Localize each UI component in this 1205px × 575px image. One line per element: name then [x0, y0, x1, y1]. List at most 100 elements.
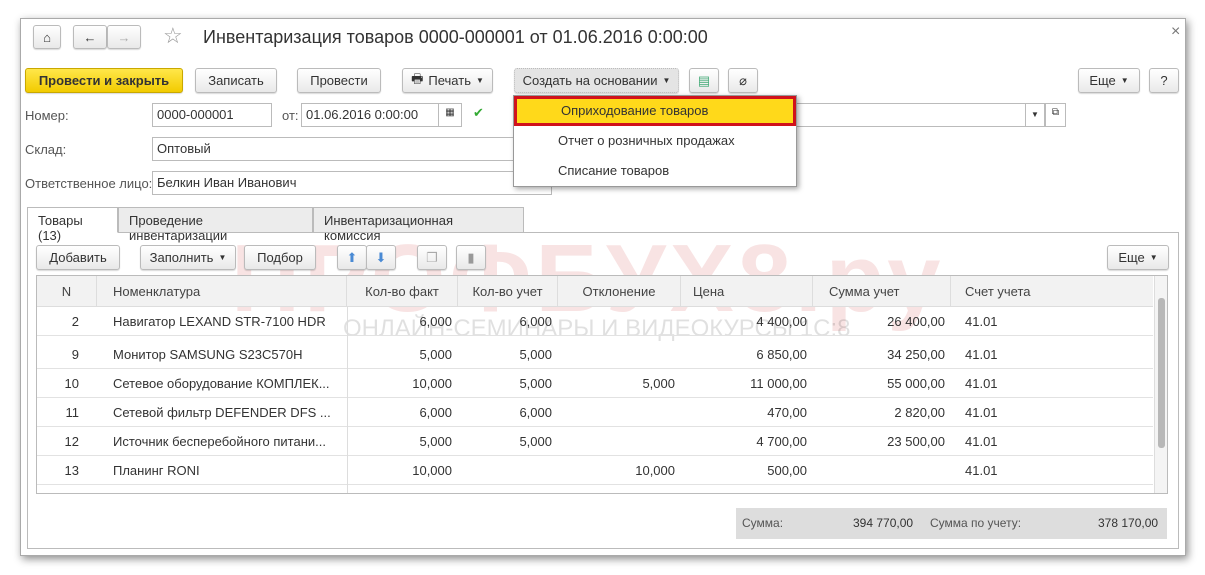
cell-deviation — [558, 427, 681, 456]
sum-value: 394 770,00 — [853, 516, 914, 530]
cell-item: Монитор SAMSUNG S23C570H — [113, 347, 303, 362]
cell-qty-fact: 6,000 — [419, 405, 452, 420]
table-row[interactable]: 12 Источник бесперебойного питани... 5,000… — [37, 427, 1153, 456]
arrow-right-icon: → — [117, 29, 131, 45]
cell-qty-acc: 5,000 — [519, 347, 552, 362]
calendar-icon: ▦ — [445, 107, 455, 118]
number-field[interactable]: 0000-000001 — [152, 103, 272, 127]
date-field[interactable]: 01.06.2016 0:00:00 — [301, 103, 439, 127]
table-row[interactable]: 11 Сетевой фильтр DEFENDER DFS ... 6,000 6,… — [37, 398, 1153, 427]
home-button[interactable]: ⌂ — [33, 25, 61, 49]
cell-n: 13 — [64, 463, 79, 478]
close-button[interactable]: × — [1171, 23, 1180, 41]
col-qty-fact[interactable]: Кол-во факт — [347, 276, 458, 307]
open-organization-button[interactable]: ⧉ — [1045, 103, 1066, 127]
forward-button[interactable]: → — [107, 25, 141, 49]
cell-deviation: 10,000 — [635, 463, 675, 478]
col-n[interactable]: N — [37, 276, 97, 307]
goods-table: N Номенклатура Кол-во факт Кол-во учет О… — [36, 275, 1168, 494]
create-based-on-menu: Оприходование товаров Отчет о розничных … — [513, 95, 797, 187]
paste-button[interactable]: ▮ — [456, 245, 486, 270]
cell-price: 11 000,00 — [750, 376, 807, 391]
menu-item-write-off[interactable]: Списание товаров — [514, 156, 796, 186]
document-button[interactable]: ▤ — [689, 68, 719, 93]
fill-button[interactable]: Заполнить ▼ — [140, 245, 236, 270]
document-icon: ▤ — [697, 72, 711, 88]
move-down-button[interactable]: ⬇ — [366, 245, 396, 270]
warehouse-field[interactable]: Оптовый — [152, 137, 552, 161]
tab-inventory-conduct[interactable]: Проведение инвентаризации — [118, 207, 313, 243]
chevron-down-icon: ▼ — [1031, 110, 1039, 119]
scrollbar-thumb[interactable] — [1158, 298, 1165, 448]
sum-label: Сумма: — [742, 516, 784, 530]
col-qty-acc[interactable]: Кол-во учет — [458, 276, 558, 307]
vertical-scrollbar[interactable] — [1154, 276, 1167, 493]
post-button[interactable]: Провести — [297, 68, 381, 93]
cell-account: 41.01 — [965, 463, 998, 478]
chevron-down-icon: ▼ — [218, 253, 227, 262]
open-icon: ⧉ — [1051, 107, 1060, 118]
table-row[interactable]: 13 Планинг RONI 10,000 10,000 500,00 41.01 — [37, 456, 1153, 485]
cell-sum-acc: 34 250,00 — [887, 347, 945, 362]
cell-deviation: 5,000 — [642, 376, 675, 391]
cell-account: 41.01 — [965, 405, 998, 420]
table-row[interactable]: 10 Сетевое оборудование КОМПЛЕК... 10,000 5… — [37, 369, 1153, 398]
print-button[interactable]: 🖶 Печать ▼ — [402, 68, 493, 93]
posted-check-icon: ✔ — [473, 105, 484, 120]
col-account[interactable]: Счет учета — [951, 276, 1153, 307]
help-button[interactable]: ? — [1149, 68, 1179, 93]
col-price[interactable]: Цена — [681, 276, 813, 307]
cell-qty-fact: 10,000 — [412, 463, 452, 478]
add-row-button[interactable]: Добавить — [36, 245, 120, 270]
number-label: Номер: — [25, 108, 69, 123]
cell-qty-fact: 5,000 — [419, 434, 452, 449]
column-divider — [347, 307, 348, 493]
copy-button[interactable]: ❐ — [417, 245, 447, 270]
calendar-button[interactable]: ▦ — [438, 103, 462, 127]
cell-n: 9 — [71, 347, 79, 362]
home-icon: ⌂ — [43, 29, 51, 45]
cell-qty-fact: 10,000 — [412, 376, 452, 391]
menu-item-retail-report[interactable]: Отчет о розничных продажах — [514, 126, 796, 156]
star-icon[interactable]: ☆ — [163, 23, 183, 49]
cell-item: Сетевое оборудование КОМПЛЕК... — [113, 376, 330, 391]
pick-button[interactable]: Подбор — [244, 245, 316, 270]
organization-dropdown[interactable]: ▼ — [1025, 103, 1045, 127]
cell-item: Сетевой фильтр DEFENDER DFS ... — [113, 405, 331, 420]
responsible-label: Ответственное лицо: — [25, 176, 153, 191]
totals-panel: Сумма: 394 770,00 Сумма по учету: 378 17… — [736, 508, 1167, 539]
cell-sum-acc: 23 500,00 — [887, 434, 945, 449]
chevron-down-icon: ▼ — [475, 76, 484, 85]
cell-price: 4 700,00 — [756, 434, 807, 449]
col-sum-acc[interactable]: Сумма учет — [813, 276, 951, 307]
cell-account: 41.01 — [965, 376, 998, 391]
document-window: ⌂ ← → ☆ Инвентаризация товаров 0000-0000… — [20, 18, 1186, 556]
cell-qty-acc: 5,000 — [519, 376, 552, 391]
menu-item-receipt[interactable]: Оприходование товаров — [514, 96, 796, 126]
table-row[interactable]: 9 Монитор SAMSUNG S23C570H 5,000 5,000 6 850… — [37, 340, 1153, 369]
cell-n: 12 — [64, 434, 79, 449]
divider — [118, 232, 1179, 233]
print-label: Печать — [428, 73, 471, 88]
attach-button[interactable]: ⌀ — [728, 68, 758, 93]
responsible-field[interactable]: Белкин Иван Иванович — [152, 171, 552, 195]
table-row[interactable]: 2 Навигатор LEXAND STR-7100 HDR 6,000 6,000… — [37, 307, 1153, 336]
back-button[interactable]: ← — [73, 25, 107, 49]
cell-price: 6 850,00 — [756, 347, 807, 362]
create-based-on-button[interactable]: Создать на основании ▼ — [514, 68, 679, 93]
post-and-close-button[interactable]: Провести и закрыть — [25, 68, 183, 93]
cell-account: 41.01 — [965, 314, 998, 329]
table-more-button[interactable]: Еще ▼ — [1107, 245, 1169, 270]
tab-goods[interactable]: Товары (13) — [27, 207, 118, 243]
save-button[interactable]: Записать — [195, 68, 277, 93]
arrow-down-icon: ⬇ — [375, 249, 387, 265]
arrow-up-icon: ⬆ — [346, 249, 358, 265]
col-deviation[interactable]: Отклонение — [558, 276, 681, 307]
arrow-left-icon: ← — [83, 29, 97, 45]
cell-price: 4 400,00 — [756, 314, 807, 329]
chevron-down-icon: ▼ — [662, 76, 671, 85]
move-up-button[interactable]: ⬆ — [337, 245, 367, 270]
col-item[interactable]: Номенклатура — [97, 276, 347, 307]
tab-inventory-commission[interactable]: Инвентаризационная комиссия — [313, 207, 524, 243]
more-button[interactable]: Еще ▼ — [1078, 68, 1140, 93]
